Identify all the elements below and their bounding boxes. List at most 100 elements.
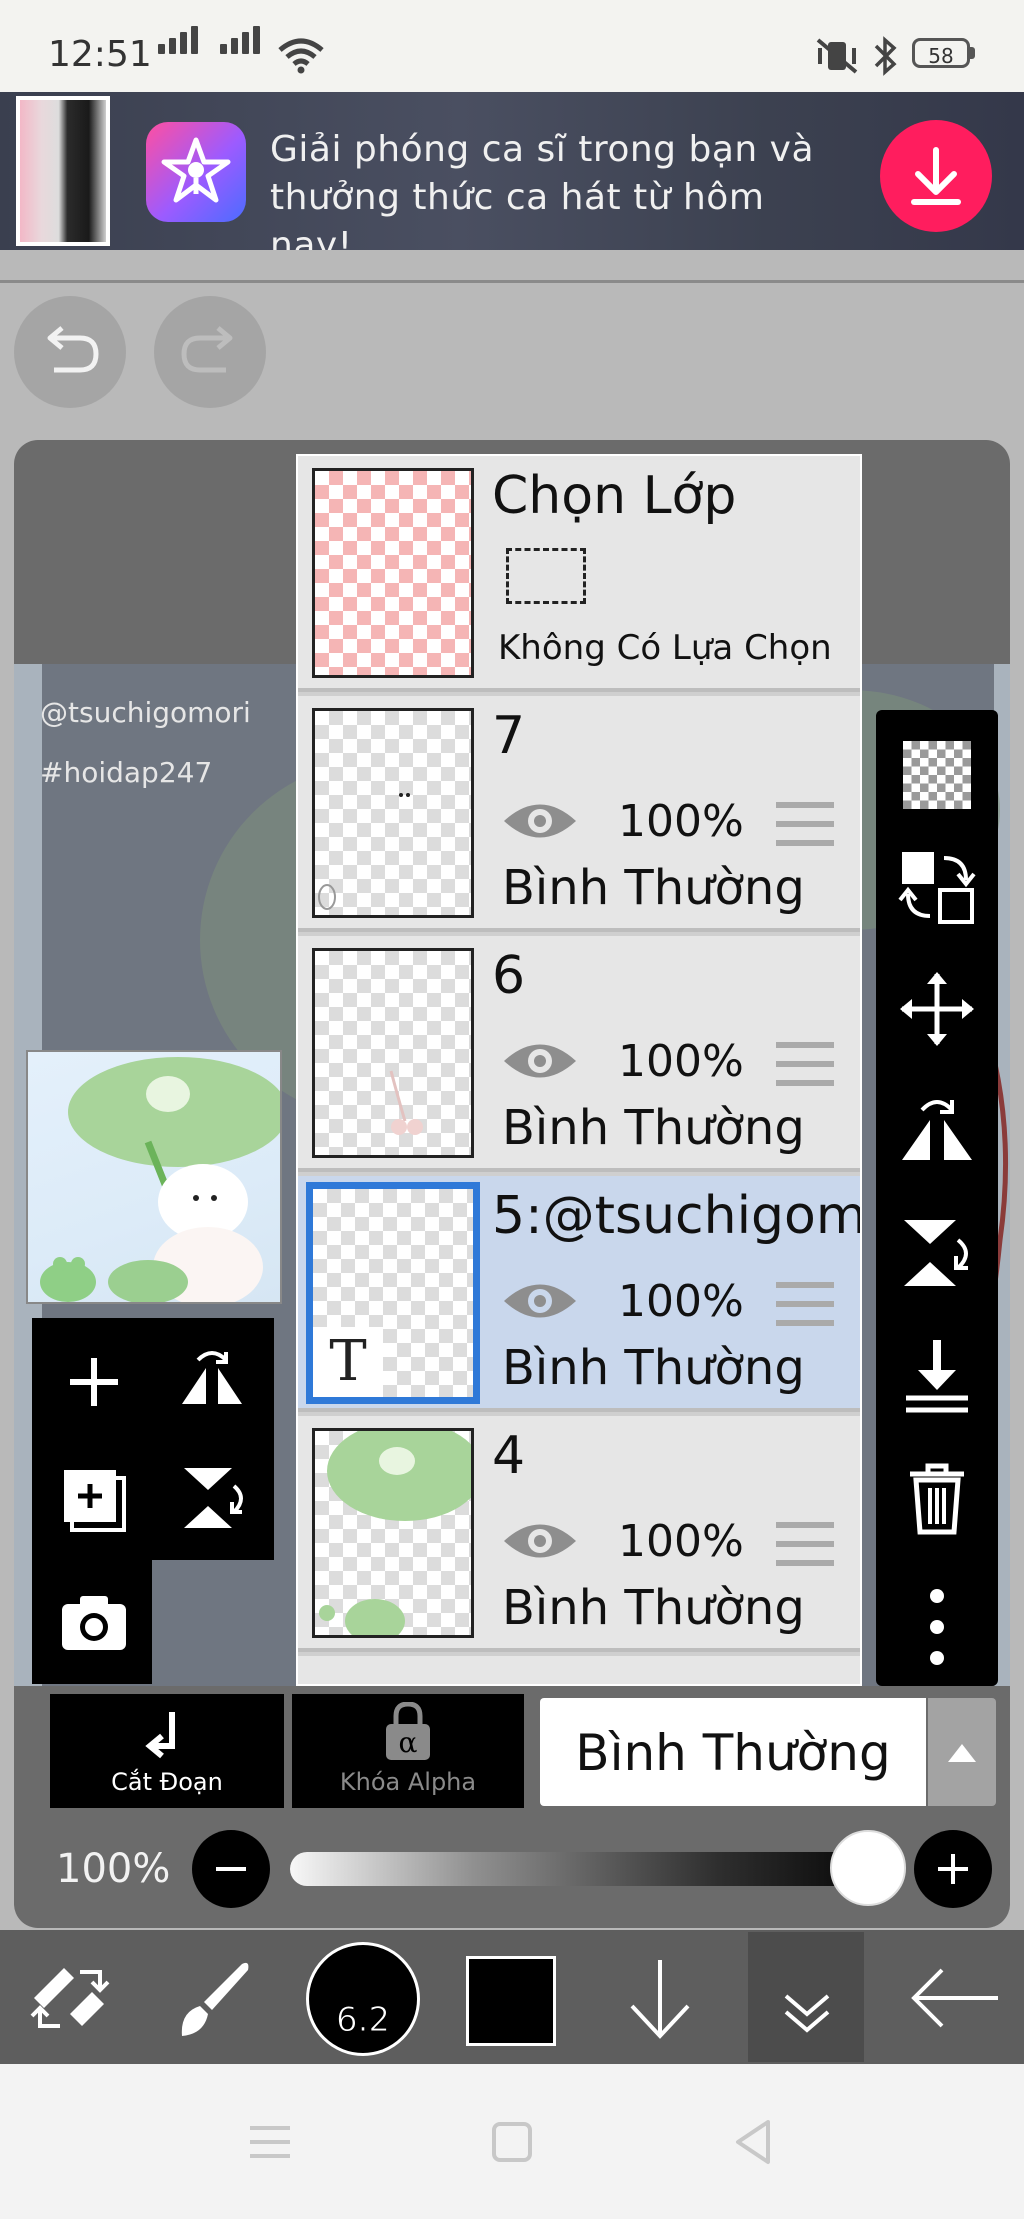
layer-blend-mode: Bình Thường [502,1340,805,1396]
redo-button[interactable] [154,296,266,408]
eye-icon[interactable] [500,1276,580,1326]
arrow-down-icon[interactable] [614,1952,706,2044]
lock-alpha-icon: α [386,1702,430,1760]
merge-down-icon[interactable] [896,1334,978,1416]
plus-icon [938,1854,968,1884]
back-arrow-icon[interactable] [904,1952,1004,2044]
layer-blend-mode: Bình Thường [502,860,805,916]
opacity-decrease-button[interactable] [192,1830,270,1908]
triangle-up-icon [948,1744,976,1762]
selection-thumbnail [312,468,474,678]
layer-name: 5:@tsuchigom [492,1186,862,1246]
move-icon[interactable] [896,968,978,1050]
minus-icon [216,1867,246,1871]
layer-blend-mode: Bình Thường [502,1580,805,1636]
more-options-icon[interactable] [896,1586,978,1668]
status-bar [0,0,1024,92]
drag-handle-icon[interactable] [776,1042,834,1086]
clipping-button[interactable]: Cắt Đoạn [50,1694,284,1808]
eye-icon[interactable] [500,796,580,846]
layer-row[interactable]: 6 100% Bình Thường [298,936,860,1172]
layer-row-partial[interactable] [298,1656,860,1684]
color-swatch[interactable] [466,1956,556,2046]
signal-icon-2 [220,26,270,76]
layer-actions-toolbar [876,710,998,1686]
redo-icon [181,326,233,373]
download-icon [911,147,961,205]
battery-tip [970,47,975,59]
layer-thumbnail [312,708,474,918]
layer-name: 7 [492,706,526,766]
layer-thumbnail [312,948,474,1158]
layers-toggle-icon[interactable] [762,1960,852,2050]
layer-name: 6 [492,946,526,1006]
ad-text[interactable]: Giải phóng ca sĩ trong bạn và thưởng thứ… [270,126,850,270]
trash-icon[interactable] [896,1456,978,1538]
opacity-increase-button[interactable] [914,1830,992,1908]
layer-row[interactable]: 4 100% Bình Thường [298,1416,860,1652]
ad-photo[interactable] [16,96,110,246]
clipping-icon [145,1712,175,1759]
flip-vertical-icon[interactable] [896,1212,978,1294]
clipping-label: Cắt Đoạn [111,1768,223,1796]
add-layer-icon[interactable] [56,1344,132,1420]
watermark-tag: #hoidap247 [40,756,213,789]
layer-opacity: 100% [618,1516,744,1567]
layer-thumbnail: T [306,1182,480,1404]
undo-button[interactable] [14,296,126,408]
flip-horizontal-rotate-icon[interactable] [174,1344,250,1420]
opacity-slider[interactable] [290,1852,900,1886]
battery-icon: 58 [912,38,970,68]
alpha-lock-button[interactable]: α Khóa Alpha [292,1694,524,1808]
selection-layer-title: Chọn Lớp [492,466,737,526]
selection-marquee-icon [506,548,586,604]
ad-app-icon[interactable] [146,122,246,222]
flip-vertical-rotate-icon[interactable] [174,1460,250,1536]
vibrate-mute-icon [816,38,858,74]
drag-handle-icon[interactable] [776,1282,834,1326]
layer-opacity: 100% [618,1276,744,1327]
ad-download-button[interactable] [880,120,992,232]
opacity-value: 100% [56,1846,171,1892]
blend-mode-value[interactable]: Bình Thường [540,1724,926,1782]
transparency-icon[interactable] [896,734,978,816]
brush-icon[interactable] [168,1952,260,2044]
home-icon[interactable] [484,2114,540,2170]
add-image-layer-icon[interactable] [56,1460,132,1536]
watermark-handle: @tsuchigomori [40,696,251,729]
preview-artwork [40,1057,280,1302]
swap-layer-icon[interactable] [896,846,978,928]
canvas-preview[interactable] [26,1050,282,1304]
divider [0,280,1024,283]
layer-opacity: 100% [618,1036,744,1087]
layer-blend-mode: Bình Thường [502,1100,805,1156]
signal-icon [158,26,208,76]
tool-switch-icon[interactable] [24,1952,116,2044]
layer-row-selected[interactable]: T 5:@tsuchigom 100% Bình Thường [298,1176,860,1412]
wifi-icon [278,38,324,74]
svg-text:α: α [399,1726,418,1759]
drag-handle-icon[interactable] [776,802,834,846]
selection-layer-subtitle: Không Có Lựa Chọn [498,628,832,668]
back-nav-icon[interactable] [726,2114,782,2170]
status-time: 12:51 [48,34,152,75]
camera-icon[interactable] [56,1586,132,1662]
layer-row[interactable]: 7 100% Bình Thường [298,696,860,932]
recents-menu-icon[interactable] [242,2118,298,2166]
layer-name: 4 [492,1426,526,1486]
drag-handle-icon[interactable] [776,1522,834,1566]
star-mic-icon [161,137,231,203]
layers-list: Chọn Lớp Không Có Lựa Chọn 7 100% Bình T… [296,454,862,1686]
alpha-lock-label: Khóa Alpha [339,1768,477,1796]
flip-horizontal-icon[interactable] [896,1090,978,1172]
undo-icon [47,326,99,373]
layer-opacity: 100% [618,796,744,847]
blend-mode-dropdown-button[interactable] [928,1698,996,1806]
eye-icon[interactable] [500,1516,580,1566]
text-layer-icon: T [313,1327,383,1397]
eye-icon[interactable] [500,1036,580,1086]
brush-size-value: 6.2 [335,2000,391,2041]
selection-layer[interactable]: Chọn Lớp Không Có Lựa Chọn [298,456,860,692]
opacity-slider-handle[interactable] [830,1830,906,1906]
bluetooth-icon [874,36,897,76]
